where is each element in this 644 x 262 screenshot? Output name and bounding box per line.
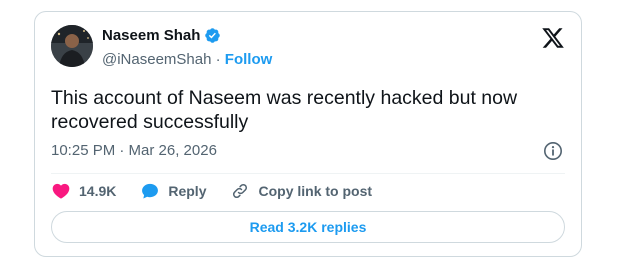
follow-button[interactable]: Follow	[225, 51, 273, 68]
x-logo-icon[interactable]	[541, 26, 565, 50]
reply-button[interactable]: Reply	[140, 181, 206, 201]
verified-badge-icon	[204, 27, 221, 44]
author-display-name[interactable]: Naseem Shah	[102, 27, 200, 44]
link-icon	[230, 181, 250, 201]
post-timestamp[interactable]: 10:25 PM · Mar 26, 2026	[51, 142, 217, 159]
copy-link-button[interactable]: Copy link to post	[230, 181, 372, 201]
divider	[51, 173, 565, 174]
like-count: 14.9K	[79, 183, 117, 199]
heart-icon	[51, 181, 71, 201]
author-name-row: Naseem Shah	[102, 27, 221, 44]
info-icon[interactable]	[543, 141, 563, 161]
like-button[interactable]: 14.9K	[51, 181, 116, 201]
copy-link-label: Copy link to post	[258, 183, 373, 199]
embedded-post-card: Naseem Shah @iNaseemShah · Follow This a…	[34, 11, 582, 257]
speech-bubble-icon	[140, 181, 160, 201]
action-bar: 14.9K Reply Copy link to post	[51, 179, 372, 203]
author-handle[interactable]: @iNaseemShah	[102, 51, 211, 68]
author-handle-row: @iNaseemShah · Follow	[102, 51, 272, 68]
read-replies-button[interactable]: Read 3.2K replies	[51, 211, 565, 243]
handle-separator: ·	[211, 51, 225, 68]
post-text: This account of Naseem was recently hack…	[51, 87, 518, 133]
read-replies-label: Read 3.2K replies	[249, 219, 367, 235]
avatar[interactable]	[51, 25, 93, 67]
reply-label: Reply	[168, 183, 207, 199]
